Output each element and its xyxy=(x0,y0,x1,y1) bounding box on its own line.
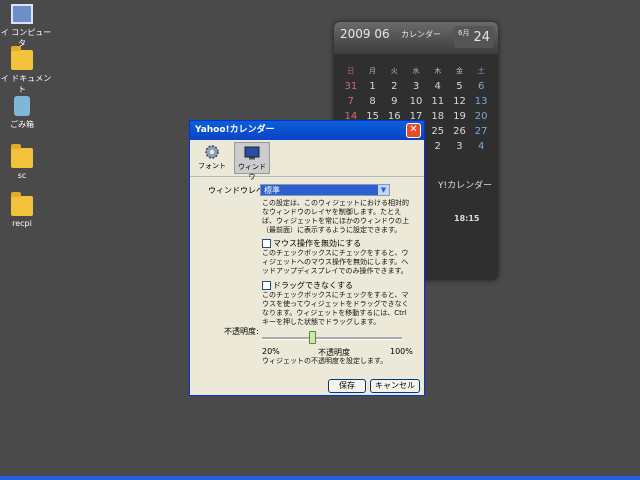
opacity-min: 20% xyxy=(262,347,280,356)
desktop-icon-recycle-bin[interactable]: ごみ箱 xyxy=(0,96,52,130)
checkbox-icon xyxy=(262,281,271,290)
window-level-select[interactable]: 標準 ▼ xyxy=(260,184,390,196)
close-button[interactable]: ✕ xyxy=(406,123,421,138)
monitor-icon xyxy=(244,146,260,160)
day-cell[interactable]: 6 xyxy=(470,79,492,94)
taskbar[interactable] xyxy=(0,476,640,480)
no-drag-description: このチェックボックスにチェックをすると、マウスを使ってウィジェットをドラッグでき… xyxy=(262,291,409,326)
week-row: 7 8 9 10 11 12 13 xyxy=(340,94,492,109)
chevron-down-icon: ▼ xyxy=(378,185,389,195)
week-row: 31 1 2 3 4 5 6 xyxy=(340,79,492,94)
day-cell[interactable]: 31 xyxy=(340,79,362,94)
weekday-label: 水 xyxy=(412,67,420,75)
day-cell[interactable]: 7 xyxy=(340,94,362,109)
gear-icon xyxy=(205,145,219,159)
mouse-disable-description: このチェックボックスにチェックをすると、ウィジェットへのマウス操作を無効にします… xyxy=(262,249,409,275)
day-cell[interactable]: 2 xyxy=(383,79,405,94)
slider-track xyxy=(262,337,402,340)
folder-icon xyxy=(11,192,33,216)
desktop-icon-label: マイ コンピュータ xyxy=(0,28,52,48)
day-cell[interactable]: 20 xyxy=(470,109,492,124)
day-cell[interactable]: 19 xyxy=(449,109,471,124)
desktop-icon-label: sc xyxy=(17,171,27,180)
day-cell[interactable]: 27 xyxy=(470,124,492,139)
tab-label: ウィンドウ xyxy=(238,163,266,181)
gadget-year-month: 2009 06 xyxy=(340,27,390,41)
no-drag-checkbox[interactable]: ドラッグできなくする xyxy=(262,280,353,291)
gadget-month-badge: 6月 xyxy=(458,29,470,37)
desktop-icon-label: マイ ドキュメント xyxy=(0,74,52,94)
desktop-icon-recpi[interactable]: recpi xyxy=(0,192,52,228)
opacity-label: 不透明度: xyxy=(224,327,259,336)
save-button[interactable]: 保存 xyxy=(328,379,366,393)
computer-icon xyxy=(11,4,33,24)
desktop-icon-label: recpi xyxy=(12,219,32,228)
gadget-time: 18:15 xyxy=(454,214,480,223)
day-cell[interactable]: 5 xyxy=(449,79,471,94)
day-cell[interactable]: 9 xyxy=(383,94,405,109)
day-cell[interactable]: 3 xyxy=(405,79,427,94)
dialog-title: Yahoo!カレンダー xyxy=(195,125,275,135)
weekday-row: 日 月 火 水 木 金 土 xyxy=(340,64,492,79)
tab-window[interactable]: ウィンドウ xyxy=(234,142,270,181)
day-cell[interactable]: 11 xyxy=(427,94,449,109)
desktop-icon-my-documents[interactable]: マイ ドキュメント xyxy=(0,46,52,95)
day-cell[interactable]: 13 xyxy=(470,94,492,109)
opacity-description: ウィジェットの不透明度を設定します。 xyxy=(262,357,388,365)
gadget-header: 2009 06 カレンダー 6月 24 xyxy=(334,22,498,54)
day-cell[interactable]: 26 xyxy=(449,124,471,139)
weekday-label: 火 xyxy=(390,67,398,75)
settings-dialog: Yahoo!カレンダー ✕ フォント ウィンドウ ウィンドウレベル: 標準 ▼ … xyxy=(189,120,425,396)
window-level-description: この設定は、このウィジェットにおける相対的なウィンドウのレイヤを制御します。たと… xyxy=(262,199,409,234)
day-cell[interactable]: 18 xyxy=(427,109,449,124)
window-level-value: 標準 xyxy=(264,186,280,195)
day-cell[interactable]: 3 xyxy=(449,139,471,154)
cancel-button[interactable]: キャンセル xyxy=(370,379,420,393)
recycle-bin-icon xyxy=(14,96,30,116)
gadget-brand: Y!カレンダー xyxy=(438,181,493,191)
checkbox-icon xyxy=(262,239,271,248)
day-cell[interactable]: 1 xyxy=(362,79,384,94)
slider-thumb[interactable] xyxy=(308,331,316,344)
day-cell[interactable]: 10 xyxy=(405,94,427,109)
mouse-disable-checkbox[interactable]: マウス操作を無効にする xyxy=(262,238,361,249)
day-cell[interactable]: 8 xyxy=(362,94,384,109)
tab-bar: フォント ウィンドウ xyxy=(190,140,424,181)
weekday-label: 土 xyxy=(477,67,485,75)
dialog-titlebar[interactable]: Yahoo!カレンダー ✕ xyxy=(190,121,424,140)
gadget-day: 24 xyxy=(473,30,490,45)
documents-folder-icon xyxy=(11,46,33,70)
day-cell[interactable]: 2 xyxy=(427,139,449,154)
opacity-slider[interactable] xyxy=(262,331,402,345)
no-drag-label: ドラッグできなくする xyxy=(273,281,353,290)
gadget-today-badge: 6月 24 xyxy=(454,26,494,48)
day-cell[interactable]: 4 xyxy=(470,139,492,154)
folder-icon xyxy=(11,144,33,168)
opacity-max: 100% xyxy=(390,347,413,356)
desktop-icon-my-computer[interactable]: マイ コンピュータ xyxy=(0,4,52,49)
mouse-disable-label: マウス操作を無効にする xyxy=(273,239,362,248)
weekday-label: 金 xyxy=(455,67,463,75)
day-cell[interactable]: 25 xyxy=(427,124,449,139)
weekday-label: 木 xyxy=(434,67,442,75)
desktop-icon-label: ごみ箱 xyxy=(10,120,34,129)
desktop-icon-sc[interactable]: sc xyxy=(0,144,52,180)
weekday-label: 月 xyxy=(369,67,377,75)
weekday-label: 日 xyxy=(347,67,355,75)
tab-label: フォント xyxy=(198,162,226,170)
tab-font[interactable]: フォント xyxy=(194,142,230,174)
day-cell[interactable]: 4 xyxy=(427,79,449,94)
gadget-calendar-label[interactable]: カレンダー xyxy=(401,29,441,40)
day-cell[interactable]: 12 xyxy=(449,94,471,109)
